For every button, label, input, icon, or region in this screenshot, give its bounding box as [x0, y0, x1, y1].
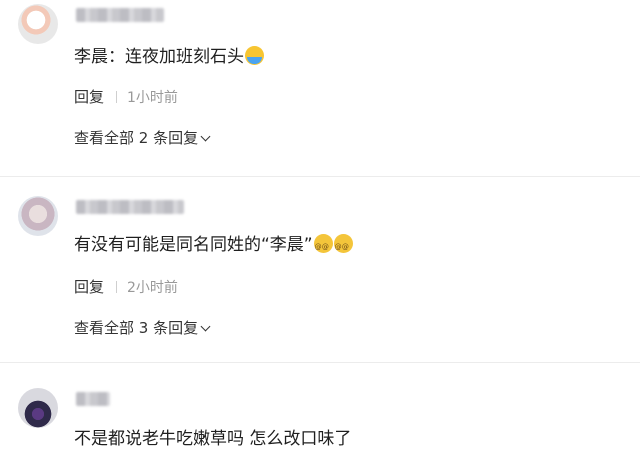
comment-meta: 回复 2小时前 [74, 276, 178, 297]
dizzy-emoji-icon [313, 234, 333, 258]
avatar[interactable] [18, 196, 58, 236]
divider [116, 281, 118, 293]
chevron-down-icon [200, 131, 211, 142]
blurred-username [76, 392, 110, 406]
blurred-username [76, 200, 184, 214]
comment-meta: 回复 1小时前 [74, 86, 178, 107]
comment-item: 李晨：连夜加班刻石头 回复 1小时前 查看全部 2 条回复 [0, 0, 640, 160]
avatar[interactable] [18, 4, 58, 44]
divider [0, 362, 640, 363]
comment-text: 有没有可能是同名同姓的“李晨” [74, 234, 353, 258]
reply-button[interactable]: 回复 [74, 88, 104, 106]
view-replies-button[interactable]: 查看全部 2 条回复 [74, 127, 211, 148]
timestamp: 2小时前 [127, 280, 178, 296]
cry-laugh-emoji-icon [245, 46, 264, 65]
chevron-down-icon [200, 321, 211, 332]
divider [116, 91, 118, 103]
timestamp: 1小时前 [127, 90, 178, 106]
comment-item: 不是都说老牛吃嫩草吗 怎么改口味了 [0, 374, 640, 453]
comment-text: 不是都说老牛吃嫩草吗 怎么改口味了 [74, 429, 352, 449]
dizzy-emoji-icon [333, 234, 353, 258]
avatar[interactable] [18, 388, 58, 428]
blurred-username [76, 8, 164, 22]
reply-button[interactable]: 回复 [74, 278, 104, 296]
view-replies-button[interactable]: 查看全部 3 条回复 [74, 317, 211, 338]
comment-text: 李晨：连夜加班刻石头 [74, 46, 264, 68]
comment-item: 有没有可能是同名同姓的“李晨” 回复 2小时前 查看全部 3 条回复 [0, 190, 640, 350]
divider [0, 176, 640, 177]
